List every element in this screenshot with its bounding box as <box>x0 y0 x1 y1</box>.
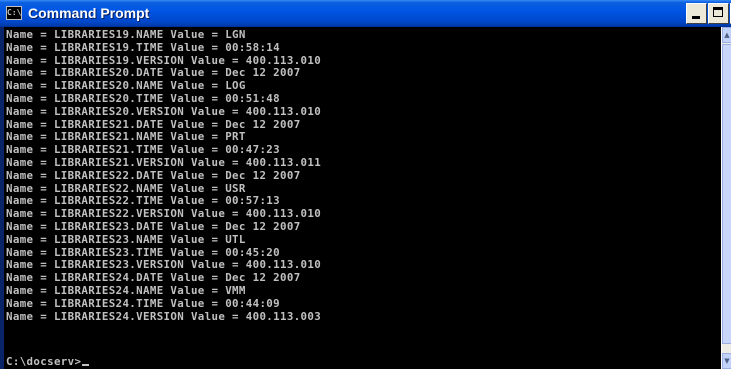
console-line: Name = LIBRARIES19.NAME Value = LGN <box>6 28 246 41</box>
console-output[interactable]: Name = LIBRARIES19.NAME Value = LGN Name… <box>4 27 721 369</box>
console-line: Name = LIBRARIES20.VERSION Value = 400.1… <box>6 104 322 118</box>
command-prompt-window: C:\ Command Prompt Name = LIBRARIES19.NA… <box>0 0 731 369</box>
console-line: Name = LIBRARIES19.TIME Value = 00:58:14 <box>6 40 281 54</box>
console-line: Name = LIBRARIES23.DATE Value = Dec 12 2… <box>6 219 301 233</box>
console-line: Name = LIBRARIES20.TIME Value = 00:51:48 <box>6 91 281 105</box>
scrollbar-thumb[interactable] <box>722 44 731 344</box>
minimize-icon <box>692 16 700 19</box>
cmd-console-icon[interactable]: C:\ <box>6 6 22 20</box>
scroll-down-arrow-icon[interactable]: ▼ <box>722 353 731 369</box>
console-lines: Name = LIBRARIES19.NAME Value = LGN Name… <box>6 28 322 323</box>
maximize-icon <box>713 7 723 17</box>
console-line: Name = LIBRARIES23.NAME Value = UTL <box>6 232 246 246</box>
console-line: Name = LIBRARIES24.VERSION Value = 400.1… <box>6 309 322 323</box>
minimize-button[interactable] <box>686 3 707 24</box>
scroll-up-arrow-icon[interactable]: ▲ <box>722 27 731 43</box>
prompt-path: C:\docserv> <box>6 355 82 368</box>
console-line: Name = LIBRARIES22.DATE Value = Dec 12 2… <box>6 168 301 182</box>
vertical-scrollbar[interactable]: ▲ ▼ <box>721 27 731 369</box>
command-prompt-line[interactable]: C:\docserv> <box>6 355 90 369</box>
maximize-button[interactable] <box>708 3 729 24</box>
window-title: Command Prompt <box>28 5 150 21</box>
console-line: Name = LIBRARIES24.NAME Value = VMM <box>6 283 246 297</box>
console-line: Name = LIBRARIES24.TIME Value = 00:44:09 <box>6 296 281 310</box>
console-line: Name = LIBRARIES21.VERSION Value = 400.1… <box>6 155 322 169</box>
title-bar[interactable]: C:\ Command Prompt <box>0 0 731 27</box>
text-cursor <box>82 364 90 366</box>
